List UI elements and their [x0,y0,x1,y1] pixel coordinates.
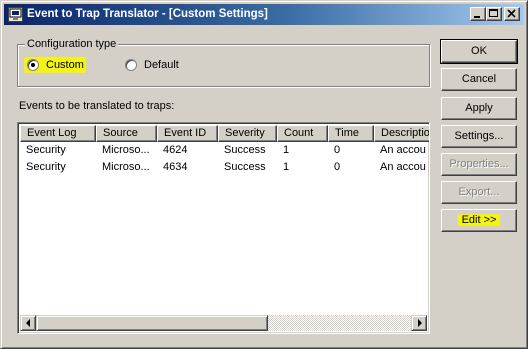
custom-radio-button[interactable] [27,59,39,71]
table-header: Event Log Source Event ID Severity Count… [20,125,429,142]
scroll-right-icon[interactable] [411,315,427,331]
window-title: Event to Trap Translator - [Custom Setti… [27,8,268,20]
cell-description: An accou [380,144,426,156]
default-radio-label: Default [144,59,179,71]
cell-time: 0 [334,144,341,156]
column-header-time[interactable]: Time [328,125,374,142]
close-icon[interactable] [504,7,520,21]
cell-event-log: Security [26,161,66,173]
export-button-label: Export... [458,186,500,198]
column-header-description[interactable]: Description [374,125,429,142]
column-header-severity[interactable]: Severity [218,125,277,142]
cell-source: Microso... [102,144,150,156]
dialog-window: Event to Trap Translator - [Custom Setti… [0,0,528,349]
cell-severity: Success [224,144,266,156]
table-row[interactable]: Security Microso... 4624 Success 1 0 An … [20,142,429,159]
cell-event-id: 4634 [163,161,188,173]
default-radio-button[interactable] [125,59,137,71]
edit-button[interactable]: Edit >> [441,209,517,232]
cancel-button[interactable]: Cancel [441,68,517,91]
events-table[interactable]: Event Log Source Event ID Severity Count… [17,122,430,334]
configuration-type-legend: Configuration type [25,38,119,50]
cell-source: Microso... [102,161,150,173]
export-button[interactable]: Export... [441,181,517,204]
cell-count: 1 [283,161,290,173]
maximize-icon[interactable] [486,7,502,21]
edit-button-label: Edit >> [457,214,501,226]
apply-button[interactable]: Apply [441,97,517,120]
scroll-left-icon[interactable] [20,315,36,331]
cancel-button-label: Cancel [461,73,497,85]
cell-event-log: Security [26,144,66,156]
custom-radio[interactable]: Custom [24,57,86,73]
column-header-event-log[interactable]: Event Log [20,125,96,142]
events-list-label: Events to be translated to traps: [19,100,175,112]
ok-button-label: OK [471,45,487,57]
table-row[interactable]: Security Microso... 4634 Success 1 0 An … [20,159,429,176]
apply-button-label: Apply [465,102,493,114]
cell-time: 0 [334,161,341,173]
custom-radio-label: Custom [46,59,84,71]
default-radio[interactable]: Default [125,57,179,73]
app-icon [8,7,23,22]
column-header-count[interactable]: Count [277,125,328,142]
cell-description: An accou [380,161,426,173]
properties-button-label: Properties... [449,158,509,170]
settings-button[interactable]: Settings... [441,125,517,148]
minimize-icon[interactable] [470,7,486,21]
scrollbar-thumb[interactable] [36,315,268,331]
cell-severity: Success [224,161,266,173]
column-header-source[interactable]: Source [96,125,157,142]
horizontal-scrollbar[interactable] [20,315,427,331]
cell-event-id: 4624 [163,144,188,156]
properties-button[interactable]: Properties... [441,153,517,176]
settings-button-label: Settings... [454,130,504,142]
ok-button[interactable]: OK [440,39,518,64]
column-header-event-id[interactable]: Event ID [157,125,218,142]
title-bar[interactable]: Event to Trap Translator - [Custom Setti… [4,4,524,25]
cell-count: 1 [283,144,290,156]
